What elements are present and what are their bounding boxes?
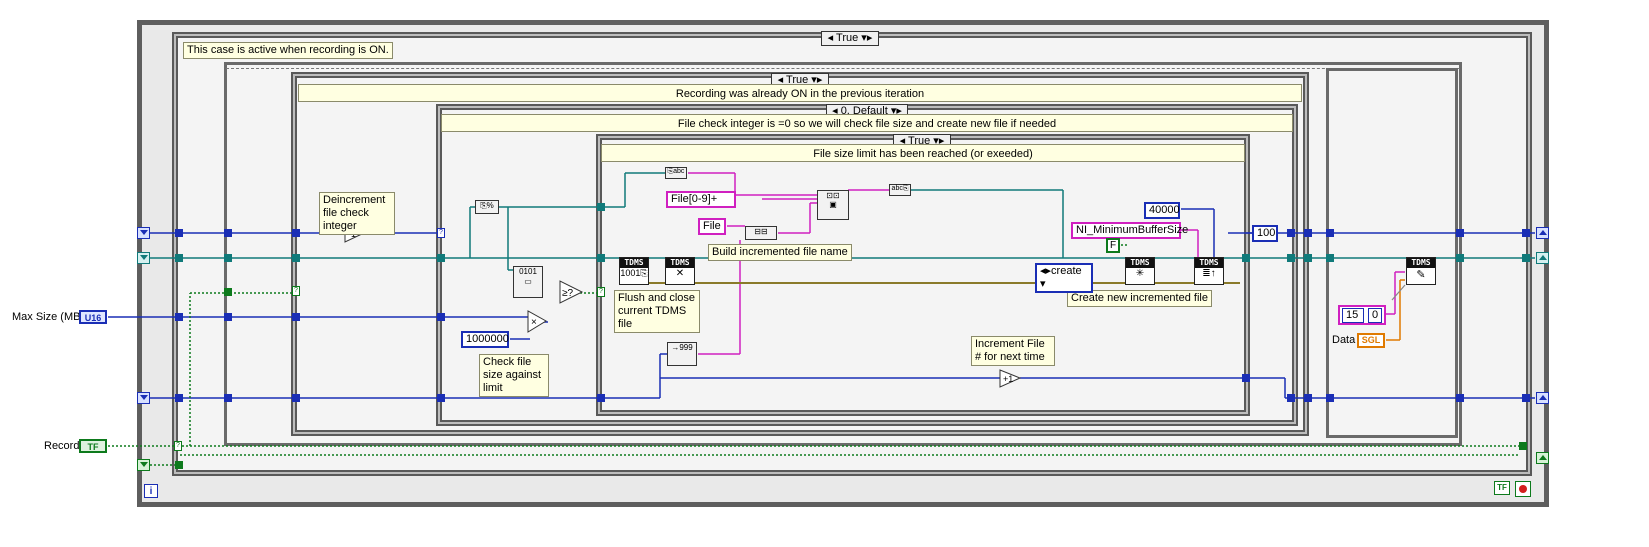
tunnel [1242, 254, 1250, 262]
tunnel [1304, 254, 1312, 262]
tdms-label: TDMS [1407, 258, 1435, 268]
tunnel [1522, 394, 1530, 402]
tunnel [1304, 394, 1312, 402]
hundred-constant[interactable]: 100 [1252, 225, 1278, 242]
build-path-node[interactable]: abc⎘ [889, 184, 911, 196]
data-label: Data [1332, 334, 1356, 346]
file-constant[interactable]: File [698, 218, 726, 235]
tunnel [175, 461, 183, 469]
create-enum-label: create [1051, 265, 1082, 277]
tdms-label: TDMS [620, 258, 648, 268]
shift-register-right-count[interactable] [1536, 227, 1549, 239]
shift-register-right-ref[interactable] [1536, 252, 1549, 264]
tdms-set-property-node[interactable]: TDMS ≣↑ [1194, 257, 1224, 285]
max-size-control[interactable]: U16 [79, 310, 107, 324]
tunnel [1287, 229, 1295, 237]
tunnel [1456, 394, 1464, 402]
tdms-open-node[interactable]: TDMS ✳ [1125, 257, 1155, 285]
svg-text:+1: +1 [1003, 374, 1013, 384]
data-control[interactable]: SGL [1357, 333, 1385, 348]
tunnel [175, 313, 183, 321]
tunnel [1456, 229, 1464, 237]
shift-register-right-index[interactable] [1536, 392, 1549, 404]
tunnel [292, 254, 300, 262]
tdms-label: TDMS [666, 258, 694, 268]
tunnel [292, 313, 300, 321]
one-million-constant[interactable]: 1000000 [461, 331, 509, 348]
tunnel [597, 254, 605, 262]
tunnel [1326, 229, 1334, 237]
case-selector-terminal: ? [597, 287, 605, 297]
strip-path-node[interactable]: ⎘abc [665, 167, 687, 179]
file-pattern-constant[interactable]: File[0-9]+ [666, 191, 736, 208]
tunnel [224, 288, 232, 296]
build-name-comment: Build incremented file name [708, 244, 852, 261]
create-enum-constant[interactable]: ◂▸create ▾ [1035, 263, 1093, 293]
tunnel [224, 229, 232, 237]
match-pattern-node[interactable]: ⊡⊡ ▣ [817, 190, 849, 220]
decrement-comment: Deincrement file check integer [319, 192, 395, 235]
case-selector-terminal: ? [292, 286, 300, 296]
tdms-close-node[interactable]: TDMS ✕ [665, 257, 695, 285]
shift-register-right-record[interactable] [1536, 452, 1549, 464]
tunnel [1522, 229, 1530, 237]
tunnel [175, 394, 183, 402]
tunnel [597, 203, 605, 211]
tunnel [175, 229, 183, 237]
tunnel [1326, 254, 1334, 262]
tdms-label: TDMS [1126, 258, 1154, 268]
tunnel [1287, 254, 1295, 262]
wire-diagram: -1 × ≥? +1 [108, 172, 1535, 466]
tunnel [597, 394, 605, 402]
tdms-write-node[interactable]: TDMS ✎ [1406, 257, 1436, 285]
fifteen-constant[interactable]: 15 [1342, 308, 1364, 323]
flush-close-comment: Flush and close current TDMS file [614, 290, 700, 333]
tdms-label: TDMS [1195, 258, 1223, 268]
record-control[interactable]: TF [79, 439, 107, 453]
tunnel [1304, 229, 1312, 237]
shift-register-left-index[interactable] [137, 392, 150, 404]
tunnel [437, 313, 445, 321]
check-size-comment: Check file size against limit [479, 354, 549, 397]
format-number-node[interactable]: →999 [667, 342, 697, 366]
tdms-flush-node[interactable]: TDMS 1001⎘ [619, 257, 649, 285]
tunnel [292, 229, 300, 237]
false-constant[interactable]: F [1106, 238, 1120, 253]
shift-register-left-count[interactable] [137, 227, 150, 239]
shift-register-left-ref[interactable] [137, 252, 150, 264]
tunnel [1287, 394, 1295, 402]
tunnel [175, 254, 183, 262]
buffer-value-constant[interactable]: 40000 [1144, 202, 1180, 219]
case-selector-terminal: ? [174, 441, 182, 451]
shift-register-left-record[interactable] [137, 459, 150, 471]
buffer-property-constant[interactable]: NI_MinimumBufferSize [1071, 222, 1188, 239]
tunnel [1519, 442, 1527, 450]
file-info-node[interactable]: 0101 ▭ [513, 266, 543, 298]
tunnel [224, 394, 232, 402]
svg-text:≥?: ≥? [562, 288, 573, 299]
tunnel [292, 394, 300, 402]
tunnel [1242, 374, 1250, 382]
data-array-constant[interactable]: 15 0 [1338, 305, 1386, 325]
tunnel [224, 254, 232, 262]
tunnel [1522, 254, 1530, 262]
file-size-node[interactable]: ⎘% [475, 200, 499, 214]
tunnel [224, 313, 232, 321]
svg-text:×: × [531, 317, 537, 328]
zero-constant[interactable]: 0 [1368, 308, 1382, 323]
tunnel [437, 254, 445, 262]
tunnel [1326, 394, 1334, 402]
increment-comment: Increment File # for next time [971, 336, 1055, 366]
tunnel [437, 394, 445, 402]
case-selector-terminal: ? [437, 228, 445, 238]
max-size-label: Max Size (MB) [12, 311, 85, 323]
tunnel [1456, 254, 1464, 262]
record-label: Record [44, 440, 80, 452]
concatenate-node[interactable]: ⊟⊟ [745, 226, 777, 240]
